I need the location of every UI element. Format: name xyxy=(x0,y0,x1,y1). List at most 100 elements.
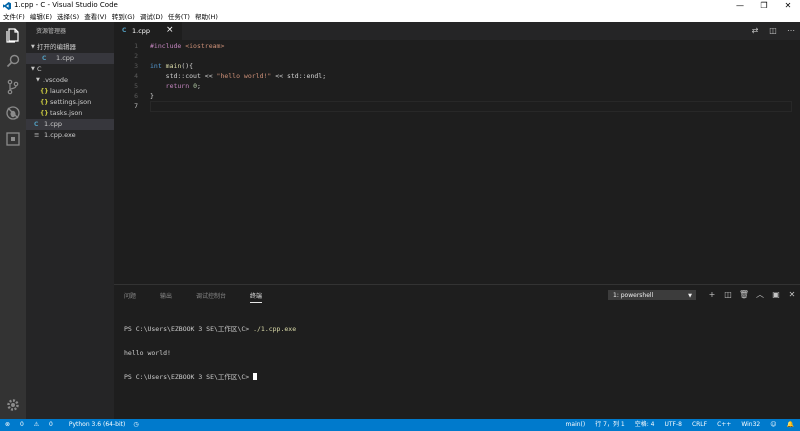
trash-icon[interactable]: 🗑 xyxy=(736,289,752,301)
open-editor-item[interactable]: C 1.cpp xyxy=(26,53,114,64)
json-file-icon: {} xyxy=(40,110,49,117)
indentation[interactable]: 空格: 4 xyxy=(635,419,655,431)
file-1-cpp-exe[interactable]: ≡ 1.cpp.exe xyxy=(26,130,114,141)
file-1-cpp[interactable]: C 1.cpp xyxy=(26,119,114,130)
folder-name: C xyxy=(37,65,42,73)
more-actions-icon[interactable]: ⋯ xyxy=(782,22,800,40)
code-editor[interactable]: 1 2 3 4 5 6 7 #include <iostream> int main(){ … xyxy=(114,40,800,284)
smiley-feedback-icon[interactable]: ☺ xyxy=(770,419,776,431)
history-icon[interactable]: ◷ xyxy=(133,419,138,431)
terminal-program-output: hello world! xyxy=(124,349,171,357)
code-line[interactable] xyxy=(150,51,326,61)
folder-c[interactable]: ▼ C xyxy=(26,64,114,75)
terminal-output[interactable]: PS C:\Users\EZBOOK 3 SE\工作区\C> ./1.cpp.e… xyxy=(124,309,296,397)
terminal-select[interactable]: 1: powershell ▼ xyxy=(608,290,696,300)
line-number-gutter: 1 2 3 4 5 6 7 xyxy=(114,41,138,111)
menu-go[interactable]: 转到(G) xyxy=(109,12,137,22)
line-number: 5 xyxy=(134,82,138,90)
line-number: 4 xyxy=(134,72,138,80)
code-line[interactable] xyxy=(150,101,326,111)
chevron-up-icon[interactable]: ︿ xyxy=(752,289,768,301)
explorer-icon[interactable] xyxy=(5,27,21,43)
vscode-logo-icon xyxy=(3,2,11,10)
minimize-icon[interactable]: — xyxy=(728,0,752,12)
file-label: tasks.json xyxy=(50,109,83,117)
bell-icon[interactable]: 🔔 xyxy=(787,419,794,431)
problems-indicator[interactable]: ⊗ 0 ⚠ 0 xyxy=(5,419,61,431)
tab-terminal[interactable]: 终端 xyxy=(250,290,263,303)
python-interpreter[interactable]: Python 3.6 (64-bit) xyxy=(69,419,125,431)
cursor-position[interactable]: 行 7，列 1 xyxy=(595,419,624,431)
menu-file[interactable]: 文件(F) xyxy=(0,12,27,22)
folder-vscode[interactable]: ▼ .vscode xyxy=(26,75,114,86)
code-content[interactable]: #include <iostream> int main(){ std::cou… xyxy=(150,41,326,111)
file-launch-json[interactable]: {} launch.json xyxy=(26,86,114,97)
status-bar: ⊗ 0 ⚠ 0 Python 3.6 (64-bit) ◷ main() 行 7… xyxy=(0,419,800,431)
vscode-folder-name: .vscode xyxy=(43,76,68,84)
restore-icon[interactable]: ❐ xyxy=(752,0,776,12)
file-icon: ≡ xyxy=(34,131,40,139)
source-control-icon[interactable] xyxy=(5,79,21,95)
tab-output[interactable]: 输出 xyxy=(160,290,172,303)
split-terminal-icon[interactable]: ◫ xyxy=(720,289,736,301)
open-editors-section[interactable]: ▼ 打开的编辑器 xyxy=(26,42,114,53)
close-tab-icon[interactable]: × xyxy=(166,25,174,35)
line-number: 2 xyxy=(134,52,138,60)
code-token: ; xyxy=(196,82,201,90)
code-token: << std::endl; xyxy=(271,72,327,80)
error-count: 0 xyxy=(19,421,24,428)
json-file-icon: {} xyxy=(40,88,49,95)
tab-1-cpp[interactable]: C 1.cpp × xyxy=(114,22,182,40)
settings-gear-icon[interactable] xyxy=(5,397,21,413)
file-label: 1.cpp xyxy=(44,120,63,128)
code-line[interactable]: return 0; xyxy=(150,81,326,91)
menu-help[interactable]: 帮助(H) xyxy=(192,12,220,22)
code-token: int xyxy=(150,62,166,70)
menu-debug[interactable]: 调试(D) xyxy=(137,12,165,22)
code-token: "hello world!" xyxy=(216,72,272,80)
search-icon[interactable] xyxy=(5,53,21,69)
split-editor-icon[interactable]: ◫ xyxy=(764,22,782,40)
warning-count: 0 xyxy=(49,421,53,428)
line-number: 6 xyxy=(134,92,138,100)
menu-edit[interactable]: 编辑(E) xyxy=(27,12,54,22)
current-function[interactable]: main() xyxy=(566,419,586,431)
file-label: 1.cpp.exe xyxy=(44,131,76,139)
open-editors-label: 打开的编辑器 xyxy=(37,43,76,51)
tab-problems[interactable]: 问题 xyxy=(124,290,136,303)
line-number: 3 xyxy=(134,62,138,70)
open-changes-icon[interactable]: ⇄ xyxy=(746,22,764,40)
terminal-cursor xyxy=(253,373,258,380)
new-terminal-icon[interactable]: + xyxy=(704,289,720,301)
activity-bar xyxy=(0,22,26,419)
code-token: (){ xyxy=(181,62,194,70)
extensions-icon[interactable] xyxy=(5,131,21,147)
menu-selection[interactable]: 选择(S) xyxy=(54,12,81,22)
file-tasks-json[interactable]: {} tasks.json xyxy=(26,108,114,119)
code-line[interactable]: #include <iostream> xyxy=(150,41,326,51)
platform[interactable]: Win32 xyxy=(741,419,760,431)
code-token: <iostream> xyxy=(185,42,225,50)
code-token: } xyxy=(150,92,154,100)
code-token: return xyxy=(165,82,194,90)
terminal-prompt: PS C:\Users\EZBOOK 3 SE\工作区\C> xyxy=(124,373,254,381)
debug-icon[interactable] xyxy=(5,105,21,121)
window-title: 1.cpp - C - Visual Studio Code xyxy=(14,1,118,9)
tab-debug-console[interactable]: 调试控制台 xyxy=(196,290,226,303)
file-settings-json[interactable]: {} settings.json xyxy=(26,97,114,108)
language-mode[interactable]: C++ xyxy=(717,419,731,431)
code-line[interactable]: } xyxy=(150,91,326,101)
terminal-select-value: 1: powershell xyxy=(613,292,654,299)
maximize-panel-icon[interactable]: ▣ xyxy=(768,289,784,301)
code-line[interactable]: std::cout << "hello world!" << std::endl… xyxy=(150,71,326,81)
close-panel-icon[interactable]: ✕ xyxy=(784,289,800,301)
menu-view[interactable]: 查看(V) xyxy=(81,12,109,22)
code-token: #include xyxy=(150,42,186,50)
encoding[interactable]: UTF-8 xyxy=(664,419,682,431)
menu-tasks[interactable]: 任务(T) xyxy=(165,12,192,22)
line-number: 1 xyxy=(134,42,138,50)
code-line[interactable]: int main(){ xyxy=(150,61,326,71)
line-ending[interactable]: CRLF xyxy=(692,419,707,431)
close-window-icon[interactable]: ✕ xyxy=(776,0,800,12)
